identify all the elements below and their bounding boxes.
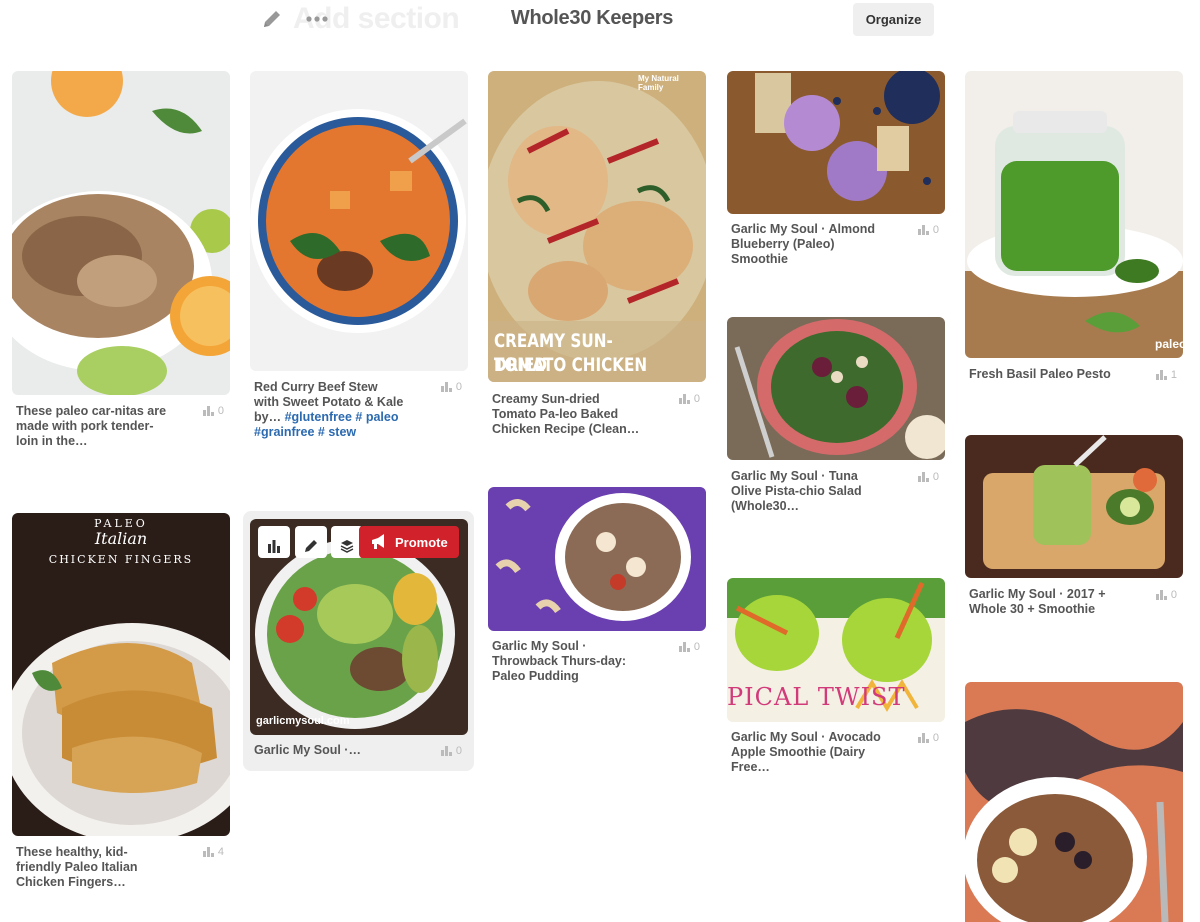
more-options-icon[interactable] [305, 12, 329, 26]
pin-stats: 0 [666, 393, 700, 407]
image-watermark: paleo [1155, 337, 1183, 351]
pin-stat-count: 0 [1170, 589, 1177, 601]
board-header: Add section Whole30 Keepers Organize [0, 0, 1200, 44]
stats-bar-icon [202, 406, 214, 417]
pin-stat-count: 0 [932, 224, 939, 236]
pin-image[interactable] [727, 71, 945, 214]
stats-bar-icon [202, 847, 214, 858]
layers-icon [340, 540, 354, 553]
pin-stat-count: 0 [217, 405, 224, 417]
stats-button[interactable] [258, 526, 290, 558]
pin-stats: 4 [190, 846, 224, 860]
pin-stat-count: 4 [217, 846, 224, 858]
pin-description[interactable]: Garlic My Soul · Avocado Apple Smoothie … [731, 730, 883, 775]
image-caption: garlicmysoul.com [256, 715, 350, 727]
pin-image[interactable] [12, 71, 230, 395]
pin-description[interactable]: Red Curry Beef Stew with Sweet Potato & … [254, 380, 406, 440]
pin-stats: 0 [905, 471, 939, 485]
stats-bar-icon [917, 472, 929, 483]
edit-pin-button[interactable] [295, 526, 327, 558]
pin-description[interactable]: Garlic My Soul · Throwback Thurs-day: Pa… [492, 639, 644, 684]
stats-bar-icon [678, 642, 690, 653]
pin-stat-count: 0 [693, 641, 700, 653]
pin-stat-count: 0 [693, 393, 700, 405]
megaphone-icon [372, 534, 384, 549]
pencil-icon[interactable] [261, 8, 283, 30]
pin-image[interactable]: paleo [965, 71, 1183, 358]
stats-bar-icon [1155, 590, 1167, 601]
board-title: Whole30 Keepers [510, 7, 674, 29]
pin-stats: 0 [905, 732, 939, 746]
pin-image[interactable]: PALEO Italian CHICKEN FINGERS [12, 513, 230, 836]
pin-image[interactable] [488, 487, 706, 631]
pin-stats: 0 [428, 381, 462, 395]
promote-button[interactable]: Promote [359, 526, 459, 558]
pin-stats: 0 [190, 405, 224, 419]
image-text-line: TOMATO CHICKEN [494, 354, 648, 376]
organize-button[interactable]: Organize [853, 3, 934, 36]
pencil-icon [305, 540, 317, 552]
stats-bar-icon [917, 225, 929, 236]
pin-image[interactable] [965, 682, 1183, 922]
pin-stat-count: 0 [455, 381, 462, 393]
pin-description[interactable]: Garlic My Soul ·… [254, 743, 406, 758]
pin-image[interactable] [250, 71, 468, 371]
pin-image[interactable]: PICAL TWIST [727, 578, 945, 722]
pin-image[interactable]: My Natural Family CREAMY SUN-DRIED TOMAT… [488, 71, 706, 382]
pin-stats: 0 [666, 641, 700, 655]
pin-stat-count: 0 [932, 732, 939, 744]
pin-description[interactable]: Garlic My Soul · 2017 + Whole 30 + Smoot… [969, 587, 1121, 617]
image-text-line: Italian [94, 529, 148, 548]
pin-stat-count: 1 [1170, 369, 1177, 381]
pin-stats: 1 [1143, 369, 1177, 383]
stats-bar-icon [678, 394, 690, 405]
stats-bar-icon [268, 540, 280, 553]
pin-stats: 0 [1143, 589, 1177, 603]
pin-stats: 0 [905, 224, 939, 238]
pin-description[interactable]: Creamy Sun-dried Tomato Pa-leo Baked Chi… [492, 392, 644, 437]
image-text-line: CHICKEN FINGERS [48, 553, 194, 566]
promote-label: Promote [395, 534, 448, 550]
pin-description[interactable]: Fresh Basil Paleo Pesto [969, 367, 1121, 382]
stats-bar-icon [440, 746, 452, 757]
pin-image[interactable] [727, 317, 945, 460]
pin-stats: 0 [428, 745, 462, 759]
pin-description[interactable]: These healthy, kid-friendly Paleo Italia… [16, 845, 168, 890]
pin-stat-count: 0 [932, 471, 939, 483]
pin-image[interactable] [965, 435, 1183, 578]
stats-bar-icon [440, 382, 452, 393]
pin-description[interactable]: Garlic My Soul · Tuna Olive Pista-chio S… [731, 469, 883, 514]
pin-stat-count: 0 [455, 745, 462, 757]
stats-bar-icon [1155, 370, 1167, 381]
image-text-line: PICAL TWIST [727, 683, 906, 711]
image-watermark: My Natural Family [638, 74, 679, 92]
stats-bar-icon [917, 733, 929, 744]
pin-description[interactable]: Garlic My Soul · Almond Blueberry (Paleo… [731, 222, 883, 267]
pin-description[interactable]: These paleo car-nitas are made with pork… [16, 404, 168, 449]
